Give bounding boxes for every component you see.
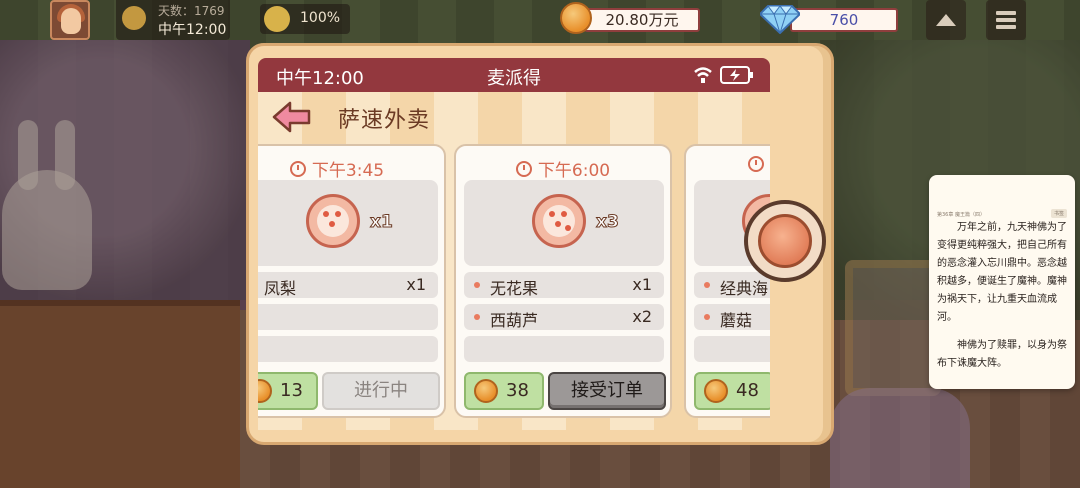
sun-icon <box>122 6 146 30</box>
coin-icon <box>474 379 498 403</box>
order-time-text: 下午3:45 <box>311 161 385 181</box>
accept-order-button[interactable]: 接受订单 <box>548 372 666 410</box>
food-inner <box>543 205 575 237</box>
reader-overlay[interactable]: 第36章 魔王篇（四） 书签 万年之前，九天神佛为了变得更纯粹强大，把自己所有的… <box>929 175 1075 389</box>
food-dot <box>561 211 567 217</box>
phone-home-button[interactable] <box>744 200 826 282</box>
reward-amount: 38 <box>506 380 529 401</box>
clock-icon <box>515 161 532 177</box>
chevron-up-icon <box>936 14 956 26</box>
item-name: 蘑菇 <box>720 311 753 330</box>
item-name: 凤梨 <box>264 279 297 298</box>
orders-list[interactable]: 下午3:45 x1 凤梨 x1 13 进行中 下午6:00 x3 无花果 x1 … <box>258 142 770 430</box>
phone-status-bar: 中午12:00 麦派得 <box>258 58 770 92</box>
menu-button[interactable] <box>986 0 1026 40</box>
reader-paragraph: 万年之前，九天神佛为了变得更纯粹强大，把自己所有的恶念灌入忘川鼎中。恶念越积越多… <box>937 222 1067 323</box>
reward-amount: 13 <box>280 380 303 401</box>
order-item-row-empty <box>258 336 438 362</box>
phone-screen: 中午12:00 麦派得 萨速外卖 下午3:45 x1 凤梨 x1 13 进行中 … <box>258 58 770 430</box>
gem-counter[interactable]: 760 <box>760 2 900 36</box>
gem-amount: 760 <box>790 8 898 32</box>
home-button-inner <box>758 214 812 268</box>
order-item-row: 蘑菇 <box>694 304 770 330</box>
item-name: 无花果 <box>490 279 539 298</box>
clock-icon <box>748 156 764 172</box>
order-item-row-empty <box>464 336 664 362</box>
bullet-icon <box>704 282 710 288</box>
food-plate-icon <box>532 194 586 248</box>
expand-up-button[interactable] <box>926 0 966 40</box>
food-quantity: x1 <box>370 212 394 233</box>
item-qty: x1 <box>632 275 652 294</box>
order-food-box: x1 <box>258 180 438 266</box>
in-progress-button: 进行中 <box>322 372 440 410</box>
food-dot <box>323 211 329 217</box>
coin-amount: 20.80万元 <box>584 8 700 32</box>
food-dot <box>565 225 571 231</box>
order-reward: 13 <box>258 372 318 410</box>
order-card: 下午3:45 x1 凤梨 x1 13 进行中 <box>258 144 446 418</box>
food-plate-icon <box>306 194 360 248</box>
food-dot <box>329 221 335 227</box>
coin-counter[interactable]: 20.80万元 <box>560 2 700 36</box>
battery-icon <box>720 66 753 84</box>
order-reward: 48 <box>694 372 770 410</box>
clock-icon <box>289 161 306 177</box>
bullet-icon <box>474 314 480 320</box>
reader-chapter: 第36章 魔王篇（四） <box>937 212 985 218</box>
coin-icon <box>258 379 272 403</box>
coin-icon <box>560 2 592 34</box>
hamburger-icon <box>996 11 1016 29</box>
hud-time: 中午12:00 <box>158 22 227 38</box>
food-dot <box>555 221 561 227</box>
order-time <box>748 156 770 176</box>
order-item-row: 无花果 x1 <box>464 272 664 298</box>
food-inner <box>317 205 349 237</box>
order-time: 下午3:45 <box>258 156 444 181</box>
order-reward: 38 <box>464 372 544 410</box>
item-qty: x1 <box>406 275 426 294</box>
reader-bookmark[interactable]: 书签 <box>1050 209 1067 218</box>
order-card: 经典海 蘑菇 48 <box>684 144 770 418</box>
avatar-face <box>61 8 81 34</box>
reader-paragraph: 神佛为了赎罪，以身为祭布下诛魔大阵。 <box>937 340 1067 369</box>
bullet-icon <box>474 282 480 288</box>
order-time: 下午6:00 <box>456 156 670 181</box>
wifi-icon <box>694 67 712 83</box>
order-item-row-empty <box>258 304 438 330</box>
coin-icon <box>704 379 728 403</box>
diamond-icon <box>760 5 800 34</box>
item-name: 经典海 <box>720 279 769 298</box>
player-avatar[interactable] <box>50 0 90 40</box>
food-quantity: x3 <box>596 212 620 233</box>
order-food-box: x3 <box>464 180 664 266</box>
mood-value: 100% <box>300 10 341 26</box>
order-item-row: 西葫芦 x2 <box>464 304 664 330</box>
order-item-row: 凤梨 x1 <box>258 272 438 298</box>
order-card: 下午6:00 x3 无花果 x1 西葫芦 x2 38 接受订单 <box>454 144 672 418</box>
item-qty: x2 <box>632 307 652 326</box>
day-counter: 天数：1769 <box>158 4 225 18</box>
order-item-row: 经典海 <box>694 272 770 298</box>
item-name: 西葫芦 <box>490 311 539 330</box>
app-header: 萨速外卖 <box>258 92 770 142</box>
food-dot <box>335 211 341 217</box>
order-time-text: 下午6:00 <box>537 161 611 181</box>
reward-amount: 48 <box>736 380 759 401</box>
food-dot <box>549 211 555 217</box>
bullet-icon <box>704 314 710 320</box>
back-arrow-icon[interactable] <box>272 100 312 134</box>
page-title: 萨速外卖 <box>338 108 431 133</box>
order-item-row-empty <box>694 336 770 362</box>
smiley-icon <box>264 6 290 32</box>
